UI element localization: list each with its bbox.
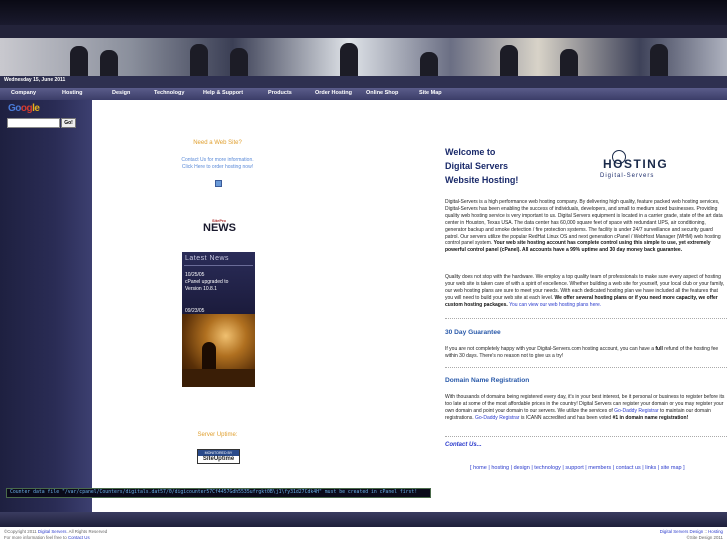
main-nav: Company Hosting Design Technology Help &…	[0, 88, 727, 100]
banner-figure	[100, 50, 118, 76]
counter-error-bar: Counter data file "/var/cpanel/Counters/…	[6, 488, 431, 498]
guarantee-paragraph: If you are not completely happy with you…	[445, 346, 727, 360]
nav-help-support[interactable]: Help & Support	[203, 90, 243, 96]
news-text[interactable]: Version 10.8.1	[185, 286, 217, 292]
counter-error-text: Counter data file "/var/cpanel/Counters/…	[10, 490, 418, 495]
divider	[445, 318, 727, 319]
server-uptime-label: Server Uptime:	[197, 432, 238, 438]
contact-us-link[interactable]: Contact Us...	[445, 442, 482, 448]
intro-paragraph: Digital-Servers is a high performance we…	[445, 199, 727, 254]
bottom-link-technology[interactable]: technology	[534, 465, 561, 471]
footer-text: . All Rights Reserved	[66, 529, 108, 534]
photo-silhouette	[202, 342, 216, 372]
nav-hosting[interactable]: Hosting	[62, 90, 82, 96]
welcome-line: Website Hosting!	[445, 175, 519, 185]
banner-figure	[190, 44, 208, 76]
divider	[445, 436, 727, 437]
domain-paragraph: With thousands of domains being register…	[445, 394, 727, 422]
news-heading: Latest News	[185, 255, 230, 262]
quality-paragraph: Quality does not stop with the hardware.…	[445, 274, 727, 309]
footer-contact-link[interactable]: Contact Us	[68, 535, 90, 540]
news-text[interactable]: cPanel upgraded to	[185, 279, 228, 285]
sitepro-news-logo[interactable]: SitePro NEWS	[203, 219, 236, 234]
nav-design[interactable]: Design	[112, 90, 130, 96]
godaddy-link[interactable]: Go-Daddy Registrar	[475, 415, 519, 421]
guarantee-text: If you are not completely happy with you…	[445, 346, 656, 352]
web-icon[interactable]	[215, 180, 222, 187]
welcome-line: Welcome to	[445, 147, 496, 157]
nav-technology[interactable]: Technology	[154, 90, 184, 96]
footer-text: For more information feel free to	[4, 535, 68, 540]
bottom-links: [ home | hosting | design | technology |…	[470, 465, 685, 471]
domain-bold: #1 in domain name registration!	[612, 414, 689, 421]
bottom-link-contact-us[interactable]: contact us	[616, 465, 641, 471]
footer-hosting-link[interactable]: Hosting	[708, 529, 723, 534]
footer-contact: For more information feel free to Contac…	[4, 535, 90, 541]
top-bar	[0, 0, 727, 25]
footer: ©Copyright 2011 Digital Servers. All Rig…	[0, 527, 727, 545]
sitepro-logo-big: NEWS	[203, 222, 236, 234]
nav-online-shop[interactable]: Online Shop	[366, 90, 398, 96]
footer-digital-servers-link[interactable]: Digital Servers	[38, 529, 67, 534]
footer-bar	[0, 512, 727, 527]
banner-figure	[560, 49, 578, 76]
bottom-link-links[interactable]: links	[645, 465, 656, 471]
siteuptime-badge-bottom: SiteUptime	[202, 456, 235, 462]
banner-strip	[0, 25, 727, 38]
header-banner-image	[0, 38, 727, 76]
news-divider	[184, 265, 253, 266]
photo-desk	[182, 369, 255, 387]
google-logo: Google	[8, 103, 40, 114]
banner-figure	[230, 48, 248, 76]
bottom-link-site-map[interactable]: site map	[661, 465, 682, 471]
office-photo	[182, 314, 255, 387]
bottom-link-home[interactable]: home	[473, 465, 487, 471]
banner-figure	[650, 44, 668, 76]
footer-design-link[interactable]: Digital Servers Design	[660, 529, 703, 534]
guarantee-bold: full	[655, 346, 663, 352]
godaddy-link[interactable]: Go-Daddy Registrar	[614, 408, 658, 414]
google-logo-part: og	[20, 103, 33, 114]
intro-text: Digital-Servers is a high performance we…	[445, 199, 723, 247]
news-date: 10/25/05	[185, 272, 205, 278]
promo-title: Need a Web Site?	[193, 140, 242, 146]
hosting-plans-link[interactable]: You can view our web hosting plans here.	[509, 302, 601, 308]
bottom-link-support[interactable]: support	[565, 465, 583, 471]
search-input[interactable]	[7, 118, 60, 128]
bottom-link-members[interactable]: members	[588, 465, 611, 471]
date-bar: Wednesday 15, June 2011	[0, 76, 727, 88]
left-sidebar	[0, 100, 92, 512]
bottom-link-hosting[interactable]: hosting	[491, 465, 509, 471]
google-logo-part: le	[32, 103, 40, 114]
domain-text: is ICANN accredited and has been voted	[519, 414, 613, 421]
welcome-line: Digital Servers	[445, 161, 509, 171]
welcome-heading: Welcome to Digital Servers Website Hosti…	[445, 145, 518, 187]
latest-news-box: Latest News 10/25/05 cPanel upgraded to …	[182, 252, 255, 318]
nav-site-map[interactable]: Site Map	[419, 90, 442, 96]
banner-figure	[420, 52, 438, 76]
promo-contact-link[interactable]: Contact Us for more information.	[170, 157, 265, 163]
banner-figure	[70, 46, 88, 76]
banner-figure	[340, 43, 358, 76]
nav-order-hosting[interactable]: Order Hosting	[315, 90, 352, 96]
banner-figure	[500, 45, 518, 76]
divider	[445, 367, 727, 368]
current-date: Wednesday 15, June 2011	[4, 77, 66, 83]
hosting-logo-word: HOSTING	[603, 157, 669, 171]
promo-order-link[interactable]: Click Here to order hosting now!	[170, 164, 265, 170]
domain-heading: Domain Name Registration	[445, 377, 530, 384]
hosting-logo-sub: Digital-Servers	[600, 173, 655, 179]
bottom-link-design[interactable]: design	[514, 465, 530, 471]
guarantee-heading: 30 Day Guarantee	[445, 329, 501, 336]
search-button[interactable]: Go!	[61, 118, 76, 128]
nav-products[interactable]: Products	[268, 90, 292, 96]
footer-site-design: ©Site Design 2011	[686, 535, 723, 540]
nav-company[interactable]: Company	[11, 90, 36, 96]
footer-text: ©Copyright 2011	[4, 529, 38, 534]
google-logo-part: Go	[8, 103, 21, 114]
siteuptime-badge[interactable]: MONITORED BY SiteUptime	[197, 449, 240, 464]
